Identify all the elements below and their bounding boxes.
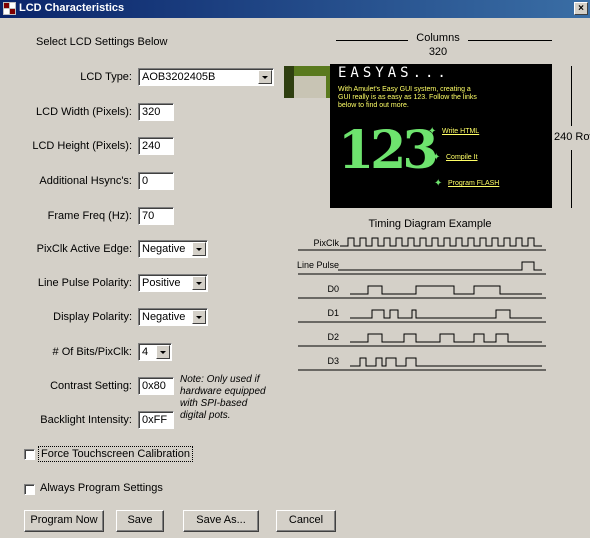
title-bar: LCD Characteristics × <box>0 0 590 18</box>
lcd-width-input[interactable]: 320 <box>138 103 174 121</box>
lcd-height-input[interactable]: 240 <box>138 137 174 155</box>
d0-wave <box>350 285 542 295</box>
lcd-preview: EASYAS... With Amulet's Easy GUI system,… <box>330 64 552 208</box>
window-title: LCD Characteristics <box>19 2 125 14</box>
display-polarity-select[interactable]: Negative <box>138 308 208 326</box>
display-polarity-value: Negative <box>142 311 186 323</box>
preview-graphic <box>284 66 330 98</box>
note-line-4: digital pots. <box>180 410 231 421</box>
lcd-big-123: 123 <box>338 120 439 181</box>
line-pulse-wave <box>338 261 542 271</box>
pixclk-edge-value: Negative <box>142 243 186 255</box>
lcd-link-write-html[interactable]: Write HTML <box>442 128 479 135</box>
force-touch-label[interactable]: Force Touchscreen Calibration <box>38 446 193 462</box>
lcd-width-label: LCD Width (Pixels): <box>36 106 132 118</box>
program-now-button[interactable]: Program Now <box>24 510 104 532</box>
save-button[interactable]: Save <box>116 510 164 532</box>
lcd-desc-1: With Amulet's Easy GUI system, creating … <box>338 86 471 93</box>
always-program-label[interactable]: Always Program Settings <box>40 482 163 494</box>
frame-freq-input[interactable]: 70 <box>138 207 174 225</box>
d3-wave <box>350 357 542 367</box>
select-settings-label: Select LCD Settings Below <box>36 36 168 48</box>
bits-per-clk-select[interactable]: 4 <box>138 343 172 361</box>
chevron-down-icon[interactable] <box>156 345 170 359</box>
lcd-type-select[interactable]: AOB3202405B <box>138 68 274 86</box>
chevron-down-icon[interactable] <box>258 70 272 84</box>
cancel-button[interactable]: Cancel <box>276 510 336 532</box>
bits-per-clk-label: # Of Bits/PixClk: <box>52 346 132 358</box>
d1-wave <box>350 309 542 319</box>
lcd-link-compile[interactable]: Compile It <box>446 154 478 161</box>
save-as-button[interactable]: Save As... <box>183 510 259 532</box>
columns-label: Columns <box>416 32 460 44</box>
pixclk-wave <box>340 237 542 247</box>
bullet-icon: ✦ <box>432 152 441 163</box>
pixclk-edge-label: PixClk Active Edge: <box>36 243 132 255</box>
chevron-down-icon[interactable] <box>192 276 206 290</box>
timing-waveforms <box>298 237 546 371</box>
backlight-input[interactable]: 0xFF <box>138 411 174 429</box>
contrast-input[interactable]: 0x80 <box>138 377 174 395</box>
app-icon <box>3 2 16 15</box>
lcd-type-value: AOB3202405B <box>142 71 216 83</box>
note-line-3: with SPI-based <box>180 398 248 409</box>
display-polarity-label: Display Polarity: <box>53 311 132 323</box>
chevron-down-icon[interactable] <box>192 310 206 324</box>
line-pulse-value: Positive <box>142 277 181 289</box>
timing-title: Timing Diagram Example <box>368 218 492 230</box>
columns-line-left <box>336 40 408 41</box>
columns-line-right <box>468 40 552 41</box>
backlight-label: Backlight Intensity: <box>40 414 132 426</box>
hsync-input[interactable]: 0 <box>138 172 174 190</box>
always-program-checkbox[interactable] <box>24 484 35 495</box>
frame-freq-label: Frame Freq (Hz): <box>47 210 132 222</box>
bullet-icon: ✦ <box>428 126 437 137</box>
close-button[interactable]: × <box>574 2 588 15</box>
pixclk-edge-select[interactable]: Negative <box>138 240 208 258</box>
line-pulse-label: Line Pulse Polarity: <box>37 277 132 289</box>
contrast-label: Contrast Setting: <box>50 380 132 392</box>
note-line-1: Note: Only used if <box>180 374 260 385</box>
rows-line-bottom <box>571 150 572 208</box>
lcd-desc-2: GUI really is as easy as 123. Follow the… <box>338 94 477 101</box>
lcd-desc-3: below to find out more. <box>338 102 409 109</box>
chevron-down-icon[interactable] <box>192 242 206 256</box>
lcd-link-program-flash[interactable]: Program FLASH <box>448 180 499 187</box>
bits-per-clk-value: 4 <box>142 346 149 358</box>
note-line-2: hardware equipped <box>180 386 266 397</box>
line-pulse-select[interactable]: Positive <box>138 274 208 292</box>
d2-wave <box>350 333 542 343</box>
force-touch-checkbox[interactable] <box>24 449 35 460</box>
lcd-type-label: LCD Type: <box>80 71 132 83</box>
hsync-label: Additional Hsync's: <box>39 175 132 187</box>
bullet-icon: ✦ <box>434 178 443 189</box>
lcd-title: EASYAS... <box>338 65 450 81</box>
rows-line-top <box>571 66 572 126</box>
rows-label: 240 Rows <box>554 131 590 143</box>
columns-value: 320 <box>428 46 448 58</box>
lcd-height-label: LCD Height (Pixels): <box>32 140 132 152</box>
